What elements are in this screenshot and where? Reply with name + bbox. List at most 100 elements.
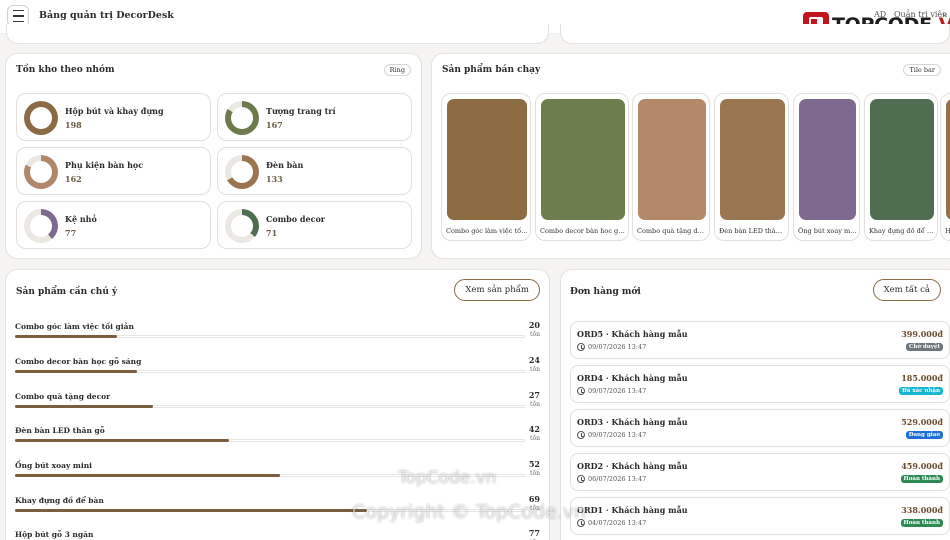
view-all-orders-button[interactable]: Xem tất cả (872, 279, 941, 301)
order-time: 06/07/2026 13:47 (588, 475, 647, 483)
group-count: 133 (266, 174, 283, 184)
bestseller-bar (946, 99, 950, 220)
inventory-group-card: Hộp bút và khay đựng 198 (16, 93, 211, 141)
stock-fill (15, 335, 117, 338)
inventory-group-card: Tượng trang trí 167 (217, 93, 412, 141)
attention-item-name: Combo góc làm việc tối giản (15, 322, 134, 331)
stock-unit: tồn (530, 401, 540, 408)
bestseller-label: Ống bút xoay mini (798, 227, 857, 235)
order-time: 04/07/2026 13:47 (588, 519, 647, 527)
inventory-group-card: Phụ kiện bàn học 162 (16, 147, 211, 195)
inventory-group-card: Đèn bàn 133 (217, 147, 412, 195)
stock-unit: tồn (530, 435, 540, 442)
donut-ring (225, 101, 259, 135)
attention-item-name: Hộp bút gỗ 3 ngăn (15, 530, 94, 539)
clock-icon (577, 431, 585, 439)
panel-title: Sản phẩm bán chạy (442, 65, 541, 75)
order-status-badge: Đang giao (905, 431, 943, 439)
order-amount: 185.000đ (901, 373, 943, 383)
bestseller-label: Khay đựng đồ để bàn (869, 227, 935, 235)
order-status-badge: Hoàn thành (900, 519, 943, 527)
group-name: Hộp bút và khay đựng (65, 106, 164, 116)
watermark-small: TopCode.vn (398, 468, 497, 488)
order-status-badge: Đã xác nhận (899, 387, 943, 395)
stock-value: 52 (528, 459, 540, 469)
stock-unit: tồn (530, 331, 540, 338)
bestseller-bar (870, 99, 934, 220)
group-count: 162 (65, 174, 82, 184)
order-status-badge: Hoàn thành (900, 475, 943, 483)
bestseller-tile[interactable]: Combo góc làm việc tối giản (441, 93, 531, 241)
attention-item-name: Ống bút xoay mini (15, 461, 93, 470)
bestseller-tile[interactable]: Hộp bút gỗ 3 ngăn (940, 93, 950, 241)
order-time: 09/07/2026 13:47 (588, 387, 647, 395)
order-title: ORD2 · Khách hàng mẫu (577, 461, 688, 471)
stock-unit: tồn (530, 366, 540, 373)
bestseller-tile[interactable]: Đèn bàn LED thân gỗ (714, 93, 789, 241)
group-name: Phụ kiện bàn học (65, 160, 144, 170)
stock-value: 27 (528, 390, 540, 400)
stock-value: 42 (528, 424, 540, 434)
stock-fill (15, 405, 153, 408)
bestseller-bar (799, 99, 856, 220)
donut-ring (24, 155, 58, 189)
panel-title: Tồn kho theo nhóm (16, 65, 115, 75)
attention-item-name: Đèn bàn LED thân gỗ (15, 426, 105, 435)
donut-ring (225, 155, 259, 189)
bestseller-label: Combo decor bàn học gỗ sáng (540, 227, 626, 235)
attention-item[interactable]: Combo quà tặng decor 27 tồn (15, 390, 543, 422)
order-card[interactable]: ORD3 · Khách hàng mẫu 09/07/2026 13:47 529… (570, 409, 950, 447)
group-name: Kệ nhỏ (65, 214, 97, 224)
inventory-group-card: Combo decor 71 (217, 201, 412, 249)
bestseller-tile[interactable]: Combo quà tặng decor (632, 93, 710, 241)
order-card[interactable]: ORD5 · Khách hàng mẫu 09/07/2026 13:47 399… (570, 321, 950, 359)
group-name: Combo decor (266, 214, 325, 224)
bestseller-bar (541, 99, 625, 220)
stock-value: 20 (528, 320, 540, 330)
attention-item[interactable]: Đèn bàn LED thân gỗ 42 tồn (15, 424, 543, 456)
order-title: ORD3 · Khách hàng mẫu (577, 417, 688, 427)
order-title: ORD5 · Khách hàng mẫu (577, 329, 688, 339)
order-status-badge: Chờ duyệt (905, 343, 943, 351)
group-count: 71 (266, 228, 278, 238)
order-time: 09/07/2026 13:47 (588, 343, 647, 351)
attention-item[interactable]: Combo góc làm việc tối giản 20 tồn (15, 320, 543, 352)
order-title: ORD4 · Khách hàng mẫu (577, 373, 688, 383)
donut-ring (24, 101, 58, 135)
order-time: 09/07/2026 13:47 (588, 431, 647, 439)
bestseller-tile[interactable]: Khay đựng đồ để bàn (864, 93, 938, 241)
stock-fill (15, 439, 229, 442)
hamburger-icon (12, 8, 24, 25)
bestseller-bar (447, 99, 527, 220)
order-card[interactable]: ORD4 · Khách hàng mẫu 09/07/2026 13:47 185… (570, 365, 950, 403)
watermark-large: Copyright © TopCode.vn (352, 501, 586, 523)
app-title: Bảng quản trị DecorDesk (39, 10, 174, 21)
stock-unit: tồn (530, 470, 540, 477)
panel-title: Sản phẩm cần chú ý (16, 287, 118, 297)
view-products-button[interactable]: Xem sản phẩm (454, 279, 540, 301)
attention-item-name: Combo quà tặng decor (15, 392, 111, 401)
order-amount: 338.000đ (901, 505, 943, 515)
order-card[interactable]: ORD2 · Khách hàng mẫu 06/07/2026 13:47 459… (570, 453, 950, 491)
clock-icon (577, 343, 585, 351)
attention-item[interactable]: Hộp bút gỗ 3 ngăn77tồn (15, 528, 543, 540)
panel-title: Đơn hàng mới (570, 287, 641, 297)
bestseller-label: Combo góc làm việc tối giản (446, 227, 528, 235)
clock-icon (577, 387, 585, 395)
bestseller-label: Combo quà tặng decor (637, 227, 707, 235)
attention-item[interactable]: Combo decor bàn học gỗ sáng 24 tồn (15, 355, 543, 387)
stock-fill (15, 509, 367, 512)
bestseller-tile[interactable]: Ống bút xoay mini (793, 93, 860, 241)
inventory-panel: Tồn kho theo nhóm Ring Hộp bút và khay đ… (5, 53, 422, 259)
bestseller-label: Hộp bút gỗ 3 ngăn (945, 227, 950, 235)
bestseller-tile[interactable]: Combo decor bàn học gỗ sáng (535, 93, 629, 241)
stock-value: 24 (528, 355, 540, 365)
attention-item-name: Khay đựng đồ để bàn (15, 496, 104, 505)
donut-ring (24, 209, 58, 243)
order-title: ORD1 · Khách hàng mẫu (577, 505, 688, 515)
order-card[interactable]: ORD1 · Khách hàng mẫu 04/07/2026 13:47 338… (570, 497, 950, 535)
group-count: 167 (266, 120, 283, 130)
order-amount: 399.000đ (901, 329, 943, 339)
order-amount: 459.000đ (901, 461, 943, 471)
group-name: Tượng trang trí (266, 106, 336, 116)
